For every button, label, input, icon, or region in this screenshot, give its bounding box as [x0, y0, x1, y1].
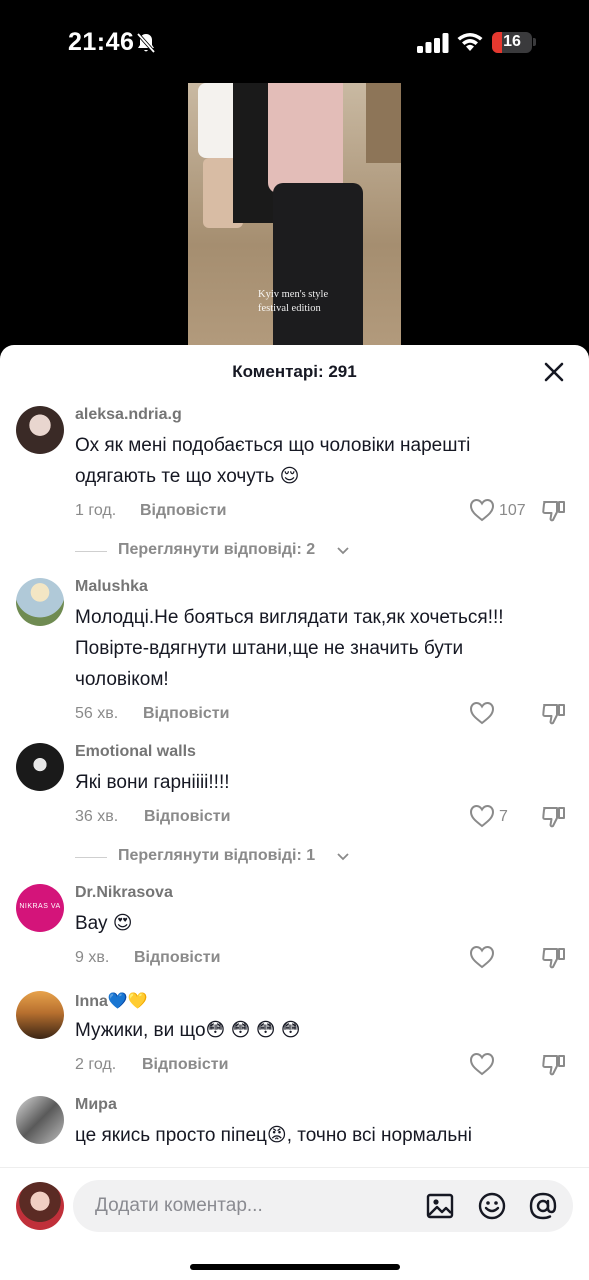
- reply-button[interactable]: Відповісти: [144, 808, 230, 826]
- comment-item: Malushka Молодці.Не бояться виглядати та…: [0, 572, 589, 735]
- dislike-icon[interactable]: [541, 945, 567, 971]
- comment-text: Ох як мені подобається що чоловіки нареш…: [75, 435, 471, 487]
- comment-username[interactable]: aleksa.ndria.g: [75, 400, 519, 430]
- avatar[interactable]: [16, 406, 64, 454]
- signal-icon: [417, 33, 449, 53]
- comment-input[interactable]: [95, 1180, 415, 1232]
- comment-time: 1 год.: [75, 502, 117, 519]
- comment-item: NIKRAS VA Dr.Nikrasova Вау 😍 9 хв. Відпо…: [0, 878, 589, 979]
- comments-list[interactable]: aleksa.ndria.g Ох як мені подобається що…: [0, 400, 589, 1165]
- heart-icon: [469, 701, 495, 725]
- view-replies-label: Переглянути відповіді: 2: [118, 541, 316, 558]
- dislike-icon[interactable]: [541, 701, 567, 727]
- comments-title: Коментарі: 291: [232, 362, 357, 381]
- comment-meta: 56 хв. Відповісти: [75, 695, 565, 735]
- like-button[interactable]: [469, 1051, 529, 1079]
- reply-button[interactable]: Відповісти: [143, 705, 229, 723]
- video-figure-pants: [273, 183, 363, 353]
- like-button[interactable]: 107: [469, 497, 529, 525]
- close-icon[interactable]: [543, 361, 565, 383]
- avatar[interactable]: [16, 743, 64, 791]
- battery-level-text: 16: [503, 33, 521, 50]
- heart-icon: [469, 498, 495, 522]
- comment-item: Emotional walls Які вони гарніііі!!!! 36…: [0, 737, 589, 876]
- chevron-down-icon: [337, 853, 349, 861]
- comment-text: Мужики, ви що😳 😳 😳 😳: [75, 1020, 301, 1041]
- like-button[interactable]: [469, 944, 529, 972]
- comment-input-container[interactable]: [73, 1180, 573, 1232]
- status-time: 21:46: [68, 28, 135, 56]
- comment-input-bar: [0, 1167, 589, 1280]
- like-button[interactable]: 7: [469, 803, 529, 831]
- comment-username[interactable]: Мира: [75, 1090, 519, 1120]
- heart-icon: [469, 1052, 495, 1076]
- chevron-down-icon: [337, 547, 349, 555]
- comment-item: aleksa.ndria.g Ох як мені подобається що…: [0, 400, 589, 570]
- comment-username[interactable]: Inna💙💛: [75, 985, 519, 1015]
- mention-icon[interactable]: [528, 1191, 558, 1221]
- comment-meta: 36 хв. Відповісти 7: [75, 798, 565, 838]
- video-caption-line1: Kyiv men's style: [258, 289, 329, 300]
- avatar-logo-text: NIKRAS VA: [19, 903, 61, 910]
- dislike-icon[interactable]: [541, 498, 567, 524]
- comment-text: це якись просто піпец😡, точно всі нормал…: [75, 1125, 472, 1146]
- video-figure-top: [268, 83, 343, 193]
- heart-icon: [469, 945, 495, 969]
- video-preview[interactable]: Kyiv men's style festival edition: [188, 83, 401, 353]
- video-hay-bale: [366, 83, 401, 163]
- sheet-header: Коментарі: 291: [0, 345, 589, 400]
- image-icon[interactable]: [425, 1191, 455, 1221]
- divider-line: [75, 857, 107, 858]
- view-replies-label: Переглянути відповіді: 1: [118, 847, 316, 864]
- heart-icon: [469, 804, 495, 828]
- battery-icon: 16: [492, 32, 532, 53]
- avatar[interactable]: [16, 1096, 64, 1144]
- bell-slash-icon: [136, 32, 156, 54]
- battery-cap: [533, 38, 536, 46]
- comment-time: 2 год.: [75, 1056, 117, 1073]
- comment-meta: 1 год. Відповісти 107: [75, 492, 565, 532]
- comment-meta: 2 год. Відповісти: [75, 1046, 565, 1086]
- status-bar: 21:46 16: [0, 0, 589, 80]
- comment-time: 36 хв.: [75, 808, 119, 825]
- comment-text: Вау 😍: [75, 913, 133, 934]
- like-button[interactable]: [469, 700, 529, 728]
- comments-sheet: Коментарі: 291 aleksa.ndria.g Ох як мені…: [0, 345, 589, 1280]
- comment-text: Які вони гарніііі!!!!: [75, 772, 230, 793]
- comment-username[interactable]: Emotional walls: [75, 737, 519, 767]
- video-caption-line2: festival edition: [258, 303, 321, 314]
- like-count: 107: [499, 502, 526, 519]
- comment-username[interactable]: Dr.Nikrasova: [75, 878, 519, 908]
- comment-time: 56 хв.: [75, 705, 119, 722]
- comment-item: Inna💙💛 Мужики, ви що😳 😳 😳 😳 2 год. Відпо…: [0, 985, 589, 1086]
- video-caption: Kyiv men's style festival edition: [258, 288, 328, 316]
- dislike-icon[interactable]: [541, 1052, 567, 1078]
- like-count: 7: [499, 808, 508, 825]
- reply-button[interactable]: Відповісти: [140, 502, 226, 520]
- divider-line: [75, 551, 107, 552]
- wifi-icon: [457, 33, 483, 51]
- reply-button[interactable]: Відповісти: [134, 949, 220, 967]
- emoji-icon[interactable]: [477, 1191, 507, 1221]
- my-avatar[interactable]: [16, 1182, 64, 1230]
- comment-text: Молодці.Не бояться виглядати так,як хоче…: [75, 607, 504, 690]
- comment-meta: 9 хв. Відповісти: [75, 939, 565, 979]
- home-indicator: [190, 1264, 400, 1270]
- avatar[interactable]: [16, 578, 64, 626]
- comment-item: Мира це якись просто піпец😡, точно всі н…: [0, 1090, 589, 1151]
- comment-time: 9 хв.: [75, 949, 110, 966]
- dislike-icon[interactable]: [541, 804, 567, 830]
- comment-username[interactable]: Malushka: [75, 572, 519, 602]
- reply-button[interactable]: Відповісти: [142, 1056, 228, 1074]
- view-replies-button[interactable]: Переглянути відповіді: 2: [75, 532, 519, 570]
- avatar[interactable]: [16, 991, 64, 1039]
- view-replies-button[interactable]: Переглянути відповіді: 1: [75, 838, 519, 876]
- avatar[interactable]: NIKRAS VA: [16, 884, 64, 932]
